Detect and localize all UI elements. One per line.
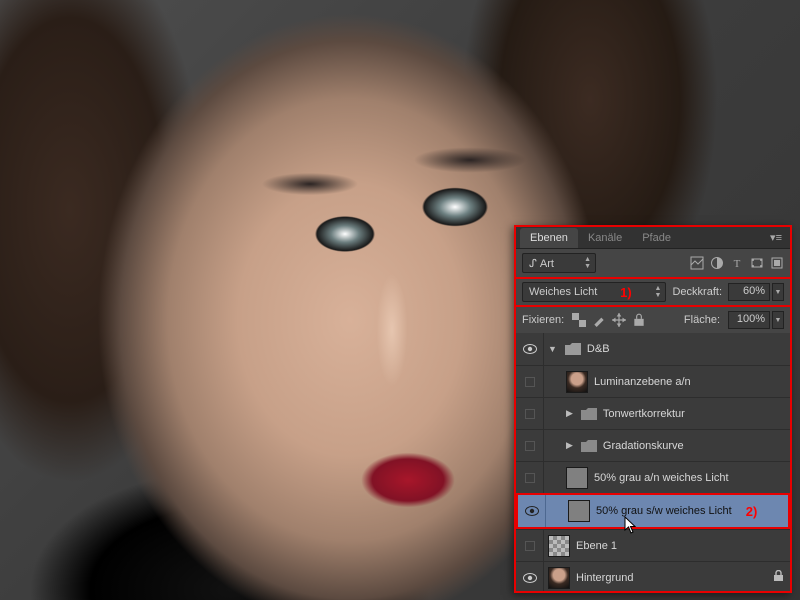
layer-name: 50% grau s/w weiches Licht (596, 505, 732, 517)
lock-label: Fixieren: (522, 314, 564, 326)
lock-indicator-icon (773, 570, 784, 585)
layer-list: ▼ D&B Luminanzebene a/n ▶ Tonwertkorrekt… (516, 333, 790, 591)
folder-icon (581, 408, 597, 420)
layer-thumbnail (548, 567, 570, 589)
visibility-toggle[interactable] (516, 530, 544, 561)
visibility-toggle[interactable] (516, 398, 544, 429)
layer-group-dnb[interactable]: ▼ D&B (516, 333, 790, 365)
visibility-toggle[interactable] (516, 430, 544, 461)
visibility-toggle[interactable] (516, 462, 544, 493)
filter-shape-icon[interactable] (750, 256, 764, 270)
lock-transparent-icon[interactable] (572, 313, 586, 327)
layer-luminanzebene[interactable]: Luminanzebene a/n (516, 365, 790, 397)
tab-channels[interactable]: Kanäle (578, 228, 632, 248)
svg-text:T: T (734, 258, 741, 270)
layer-ebene-1[interactable]: Ebene 1 (516, 529, 790, 561)
filter-row: ᔑ Art ▲▼ T (516, 249, 790, 277)
layer-thumbnail (566, 467, 588, 489)
layer-name: 50% grau a/n weiches Licht (594, 472, 729, 484)
tab-layers[interactable]: Ebenen (520, 228, 578, 248)
blend-mode-dropdown[interactable]: Weiches Licht 1) ▲▼ (522, 282, 666, 302)
lock-all-icon[interactable] (632, 313, 646, 327)
eye-icon (523, 344, 537, 354)
annotation-1: 1) (618, 285, 634, 300)
panel-tabs: Ebenen Kanäle Pfade ▾≡ (516, 227, 790, 249)
layer-50-grau-sw[interactable]: 50% grau s/w weiches Licht 2) (518, 495, 788, 527)
layer-thumbnail (568, 500, 590, 522)
disclosure-triangle-icon[interactable]: ▼ (548, 344, 557, 354)
layer-group-gradation[interactable]: ▶ Gradationskurve (516, 429, 790, 461)
filter-icons: T (690, 256, 784, 270)
folder-icon (565, 343, 581, 355)
blend-row: Weiches Licht 1) ▲▼ Deckkraft: 60% ▼ (516, 277, 790, 307)
layer-name: D&B (587, 343, 610, 355)
layer-50-grau-an[interactable]: 50% grau a/n weiches Licht (516, 461, 790, 493)
filter-adjust-icon[interactable] (710, 256, 724, 270)
panel-menu-icon[interactable]: ▾≡ (762, 227, 790, 248)
fill-flyout-icon[interactable]: ▼ (772, 311, 784, 329)
visibility-toggle[interactable] (516, 333, 544, 365)
layer-type-filter[interactable]: ᔑ Art ▲▼ (522, 253, 596, 273)
layer-name: Gradationskurve (603, 440, 684, 452)
visibility-toggle[interactable] (516, 562, 544, 591)
layer-hintergrund[interactable]: Hintergrund (516, 561, 790, 591)
opacity-flyout-icon[interactable]: ▼ (772, 283, 784, 301)
fill-label: Fläche: (684, 314, 720, 326)
filter-smart-icon[interactable] (770, 256, 784, 270)
layers-panel: Ebenen Kanäle Pfade ▾≡ ᔑ Art ▲▼ T Weiche… (514, 225, 792, 593)
layer-group-tonwert[interactable]: ▶ Tonwertkorrektur (516, 397, 790, 429)
filter-type-icon[interactable]: T (730, 256, 744, 270)
layer-name: Ebene 1 (576, 540, 617, 552)
lock-position-icon[interactable] (612, 313, 626, 327)
annotation-2: 2) (744, 504, 760, 519)
disclosure-triangle-icon[interactable]: ▶ (566, 408, 573, 419)
layer-name: Tonwertkorrektur (603, 408, 685, 420)
tab-paths[interactable]: Pfade (632, 228, 681, 248)
opacity-input[interactable]: 60% (728, 283, 770, 301)
visibility-toggle[interactable] (516, 366, 544, 397)
layer-name: Hintergrund (576, 572, 633, 584)
eye-icon (523, 573, 537, 583)
layer-thumbnail (548, 535, 570, 557)
layer-name: Luminanzebene a/n (594, 376, 691, 388)
filter-pixel-icon[interactable] (690, 256, 704, 270)
opacity-label: Deckkraft: (672, 286, 722, 298)
folder-icon (581, 440, 597, 452)
layer-thumbnail (566, 371, 588, 393)
visibility-toggle[interactable] (518, 495, 546, 527)
lock-pixels-icon[interactable] (592, 313, 606, 327)
disclosure-triangle-icon[interactable]: ▶ (566, 440, 573, 451)
fill-input[interactable]: 100% (728, 311, 770, 329)
eye-icon (525, 506, 539, 516)
lock-row: Fixieren: Fläche: 100% ▼ (516, 307, 790, 333)
